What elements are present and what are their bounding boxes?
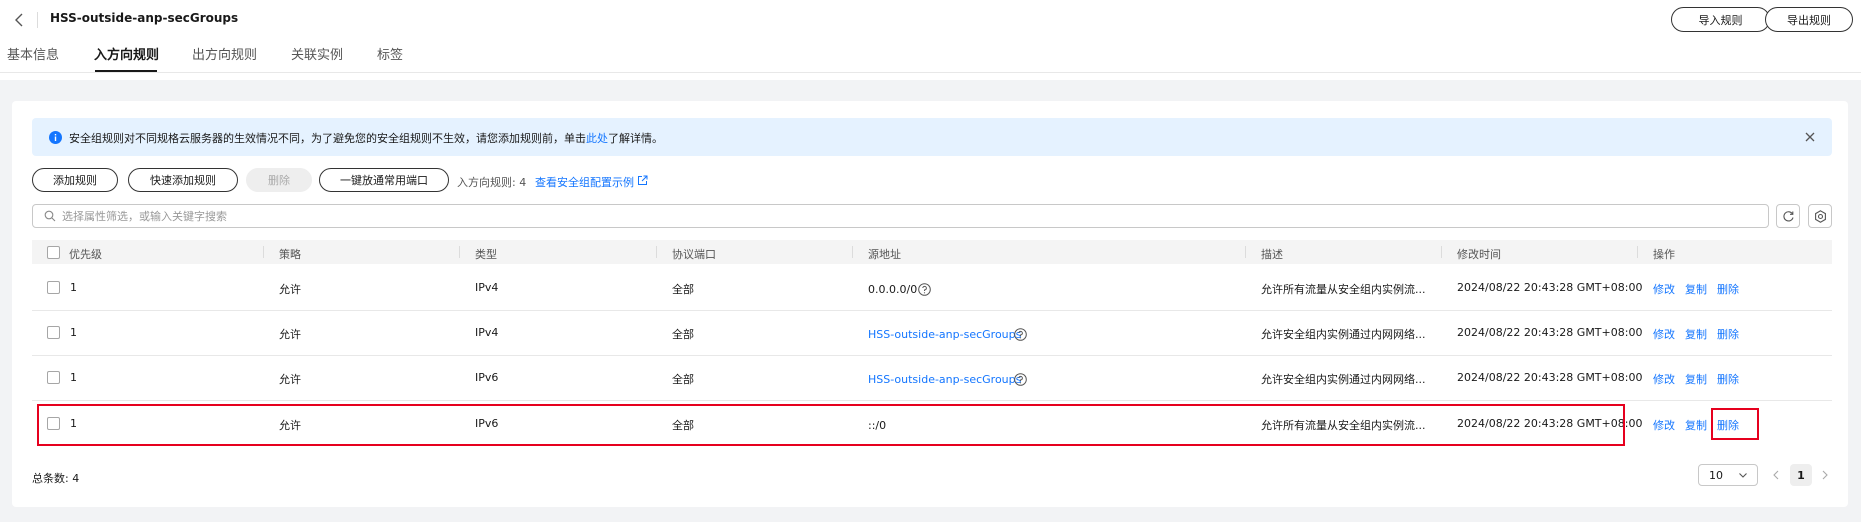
row-checkbox[interactable] xyxy=(47,281,60,294)
cell-type: IPv4 xyxy=(475,281,499,294)
column-separator xyxy=(1441,246,1442,258)
open-common-ports-button[interactable]: 一键放通常用端口 xyxy=(319,168,449,192)
alert-details-link[interactable]: 此处 xyxy=(586,132,608,145)
cell-description: 允许安全组内实例通过内网网络... xyxy=(1261,328,1426,341)
cell-type: IPv6 xyxy=(475,371,499,384)
cell-policy: 允许 xyxy=(279,328,301,341)
column-separator xyxy=(459,246,460,258)
tab-inbound-rules[interactable]: 入方向规则 xyxy=(94,44,159,63)
quick-add-rule-button[interactable]: 快速添加规则 xyxy=(128,168,238,192)
select-all-checkbox[interactable] xyxy=(47,246,60,259)
column-separator xyxy=(263,246,264,258)
import-rules-button[interactable]: 导入规则 xyxy=(1671,7,1770,32)
page-size-select[interactable] xyxy=(1698,464,1758,486)
row-divider xyxy=(32,355,1832,356)
column-header-policy[interactable]: 策略 xyxy=(279,246,301,262)
copy-link[interactable]: 复制 xyxy=(1685,371,1707,387)
cell-modified-time: 2024/08/22 20:43:28 GMT+08:00 xyxy=(1457,371,1643,384)
rule-count: 入方向规则: 4 xyxy=(457,176,527,189)
delete-button[interactable]: 删除 xyxy=(246,168,312,192)
back-arrow-icon[interactable] xyxy=(12,9,28,31)
export-rules-button[interactable]: 导出规则 xyxy=(1765,7,1853,32)
close-icon[interactable] xyxy=(1803,130,1817,144)
settings-button[interactable] xyxy=(1808,204,1832,228)
alert-text-after: 了解详情。 xyxy=(608,132,663,145)
chevron-down-icon xyxy=(1739,473,1747,478)
chevron-right-icon[interactable] xyxy=(1820,469,1830,481)
tab-outbound-rules[interactable]: 出方向规则 xyxy=(192,44,257,63)
copy-link[interactable]: 复制 xyxy=(1685,281,1707,297)
cell-policy: 允许 xyxy=(279,283,301,296)
tab-tags[interactable]: 标签 xyxy=(377,44,403,63)
help-icon[interactable] xyxy=(1014,373,1027,386)
row-divider xyxy=(32,310,1832,311)
cell-priority: 1 xyxy=(70,281,77,294)
row-checkbox[interactable] xyxy=(47,326,60,339)
cell-description: 允许所有流量从安全组内实例流... xyxy=(1261,283,1426,296)
help-icon[interactable] xyxy=(1014,328,1027,341)
cell-modified-time: 2024/08/22 20:43:28 GMT+08:00 xyxy=(1457,281,1643,294)
config-example-link[interactable]: 查看安全组配置示例 xyxy=(535,174,634,190)
copy-link[interactable]: 复制 xyxy=(1685,326,1707,342)
alert-text-before: 安全组规则对不同规格云服务器的生效情况不同，为了避免您的安全组规则不生效，请您添… xyxy=(69,132,586,145)
cell-port: 全部 xyxy=(672,328,694,341)
column-header-description: 描述 xyxy=(1261,248,1283,261)
modify-link[interactable]: 修改 xyxy=(1653,417,1675,433)
external-link-icon[interactable] xyxy=(637,175,648,186)
cell-port: 全部 xyxy=(672,283,694,296)
delete-link[interactable]: 删除 xyxy=(1717,326,1739,342)
page-title: HSS-outside-anp-secGroups xyxy=(50,11,239,25)
column-header-actions: 操作 xyxy=(1653,248,1675,261)
row-divider xyxy=(32,400,1832,401)
page-1-button[interactable]: 1 xyxy=(1790,464,1812,486)
search-input[interactable] xyxy=(62,207,1762,225)
alert-message: 安全组规则对不同规格云服务器的生效情况不同，为了避免您的安全组规则不生效，请您添… xyxy=(69,130,663,146)
cell-source: 0.0.0.0/0 xyxy=(868,283,918,296)
info-icon xyxy=(49,131,62,144)
cell-priority: 1 xyxy=(70,371,77,384)
search-icon xyxy=(44,210,56,222)
cell-source-link[interactable]: HSS-outside-anp-secGroups xyxy=(868,328,1021,341)
tab-basic-info[interactable]: 基本信息 xyxy=(7,44,59,63)
column-header-source[interactable]: 源地址 xyxy=(868,246,901,262)
cell-description: 允许安全组内实例通过内网网络... xyxy=(1261,373,1426,386)
chevron-left-icon[interactable] xyxy=(1771,469,1781,481)
cell-priority: 1 xyxy=(70,326,77,339)
column-separator xyxy=(1637,246,1638,258)
column-header-priority[interactable]: 优先级 xyxy=(69,246,102,262)
delete-link[interactable]: 删除 xyxy=(1717,371,1739,387)
modify-link[interactable]: 修改 xyxy=(1653,326,1675,342)
top-bar xyxy=(0,0,1861,80)
page-size-value: 10 xyxy=(1709,469,1723,482)
highlight-row-box xyxy=(37,404,1625,446)
delete-link[interactable]: 删除 xyxy=(1717,281,1739,297)
cell-modified-time: 2024/08/22 20:43:28 GMT+08:00 xyxy=(1457,326,1643,339)
column-separator xyxy=(852,246,853,258)
refresh-button[interactable] xyxy=(1776,204,1800,228)
cell-policy: 允许 xyxy=(279,373,301,386)
column-header-type[interactable]: 类型 xyxy=(475,246,497,262)
table-header xyxy=(32,240,1832,264)
help-icon[interactable] xyxy=(918,283,931,296)
cell-type: IPv4 xyxy=(475,326,499,339)
column-header-modified-time: 修改时间 xyxy=(1457,248,1501,261)
total-count: 总条数: 4 xyxy=(32,472,80,485)
add-rule-button[interactable]: 添加规则 xyxy=(32,168,118,192)
tabs-divider xyxy=(0,72,1861,73)
highlight-delete-box xyxy=(1711,408,1759,440)
modify-link[interactable]: 修改 xyxy=(1653,281,1675,297)
column-separator xyxy=(656,246,657,258)
cell-source-link[interactable]: HSS-outside-anp-secGroups xyxy=(868,373,1021,386)
column-separator xyxy=(1245,246,1246,258)
copy-link[interactable]: 复制 xyxy=(1685,417,1707,433)
gear-icon xyxy=(1815,210,1826,223)
row-checkbox[interactable] xyxy=(47,371,60,384)
content-card xyxy=(12,101,1848,507)
tab-associated-instances[interactable]: 关联实例 xyxy=(291,44,343,63)
title-divider xyxy=(37,12,38,28)
column-header-protocol-port[interactable]: 协议端口 xyxy=(672,246,716,262)
cell-port: 全部 xyxy=(672,373,694,386)
modify-link[interactable]: 修改 xyxy=(1653,371,1675,387)
refresh-icon xyxy=(1783,211,1794,222)
